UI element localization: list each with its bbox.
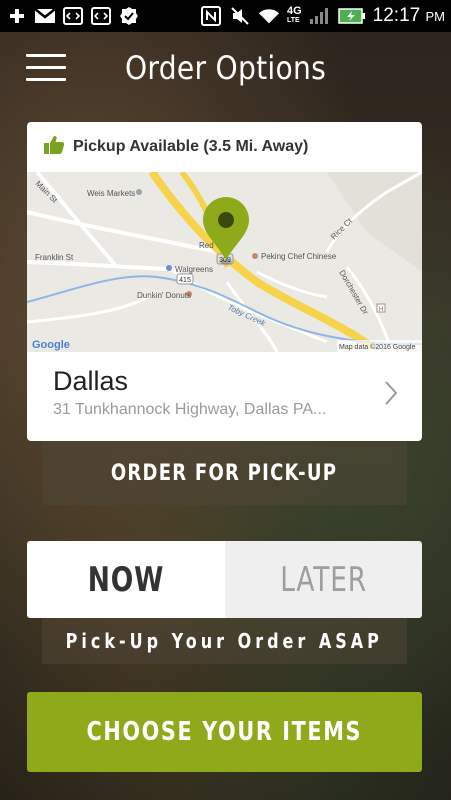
mute-icon <box>229 7 251 25</box>
signal-icon <box>309 7 331 25</box>
toggle-later-label: LATER <box>279 559 367 600</box>
availability-text: Pickup Available (3.5 Mi. Away) <box>73 138 309 155</box>
order-for-pickup-button[interactable]: ORDER FOR PICK-UP <box>42 441 407 505</box>
store-card: Pickup Available (3.5 Mi. Away) 415 H We… <box>27 122 422 441</box>
toggle-now-option[interactable]: NOW <box>27 541 225 618</box>
chevron-right-icon <box>384 380 398 411</box>
battery-charging-icon <box>337 7 366 25</box>
store-name: Dallas <box>53 366 129 396</box>
network-sublabel: LTE <box>286 17 300 24</box>
order-for-pickup-label: ORDER FOR PICK-UP <box>111 460 338 486</box>
map-graphic: 415 309 H Weis Markets Main St Franklin … <box>27 172 422 352</box>
code-icon <box>90 7 112 25</box>
store-map[interactable]: 415 309 H Weis Markets Main St Franklin … <box>27 172 422 352</box>
status-bar: 4G LTE 12:17 PM <box>0 0 451 32</box>
thumbs-up-icon <box>43 135 65 160</box>
toggle-now-label: NOW <box>87 559 164 600</box>
toggle-later-option[interactable]: LATER <box>224 541 422 618</box>
wifi-icon <box>258 7 280 25</box>
nfc-icon <box>200 6 222 26</box>
add-icon <box>6 7 28 25</box>
map-attribution: Map data ©2016 Google <box>339 343 415 351</box>
map-label-415: 415 <box>179 277 191 284</box>
check-badge-icon <box>118 7 140 25</box>
app-header: Order Options <box>0 32 451 108</box>
timing-hint: Pick-Up Your Order ASAP <box>42 618 407 664</box>
map-label-red: Red <box>199 241 214 250</box>
network-label: 4G <box>286 5 302 17</box>
page-title: Order Options <box>124 49 327 87</box>
clock: 12:17 PM <box>373 5 445 27</box>
network-type: 4G LTE <box>286 5 302 25</box>
map-label-h: H <box>379 307 383 313</box>
map-label-dunkin: Dunkin' Donuts <box>137 291 191 300</box>
store-details-row[interactable]: Dallas 31 Tunkhannock Highway, Dallas PA… <box>27 352 422 441</box>
system-icons: 4G LTE 12:17 PM <box>200 5 445 27</box>
choose-items-button[interactable]: CHOOSE YOUR ITEMS <box>27 692 422 772</box>
clock-ampm: PM <box>425 9 446 24</box>
map-label-weis: Weis Markets <box>87 189 135 198</box>
code-icon <box>62 7 84 25</box>
map-label-walgreens: Walgreens <box>175 265 213 274</box>
timing-hint-text: Pick-Up Your Order ASAP <box>65 629 384 653</box>
store-address: 31 Tunkhannock Highway, Dallas PA... <box>53 401 327 418</box>
google-logo: Google <box>32 339 70 351</box>
clock-time: 12:17 <box>372 5 421 26</box>
choose-items-label: CHOOSE YOUR ITEMS <box>86 717 363 747</box>
gmail-icon <box>34 7 56 25</box>
map-label-peking: Peking Chef Chinese <box>261 252 337 261</box>
map-label-franklin: Franklin St <box>35 253 74 262</box>
availability-row: Pickup Available (3.5 Mi. Away) <box>27 122 422 172</box>
timing-toggle: NOW LATER <box>27 541 422 618</box>
notification-icons <box>6 7 140 25</box>
